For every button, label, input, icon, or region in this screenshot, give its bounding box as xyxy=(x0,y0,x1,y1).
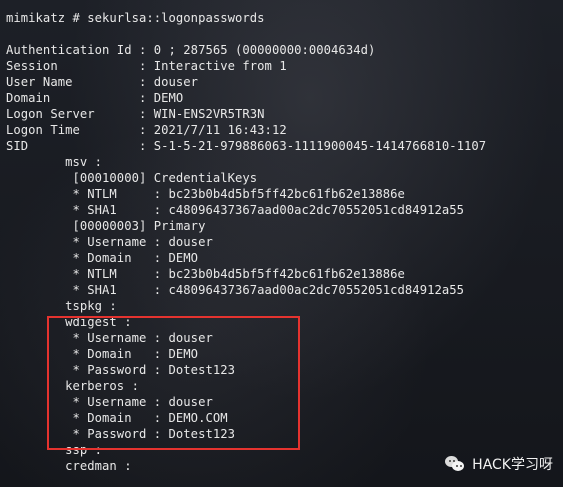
credentials-highlight-box xyxy=(47,316,300,450)
terminal-line-tspkg: tspkg : xyxy=(6,299,117,313)
terminal-line-logon-time: Logon Time : 2021/7/11 16:43:12 xyxy=(6,123,287,137)
terminal-line-command: mimikatz # sekurlsa::logonpasswords xyxy=(6,11,265,25)
terminal-line-domain-primary: * Domain : DEMO xyxy=(6,251,199,265)
terminal-line-sid: SID : S-1-5-21-979886063-1111900045-1414… xyxy=(6,139,487,153)
terminal-line-sha1-2: * SHA1 : c48096437367aad00ac2dc70552051c… xyxy=(6,283,465,297)
terminal-line-auth-id: Authentication Id : 0 ; 287565 (00000000… xyxy=(6,43,376,57)
terminal-line-credential-keys: [00010000] CredentialKeys xyxy=(6,171,258,185)
terminal-line-ntlm-1: * NTLM : bc23b0b4d5bf5ff42bc61fb62e13886… xyxy=(6,187,405,201)
terminal-line-user-name: User Name : douser xyxy=(6,75,199,89)
terminal-window[interactable]: mimikatz # sekurlsa::logonpasswords Auth… xyxy=(0,0,563,487)
source-watermark: HACK学习呀 xyxy=(444,453,553,475)
terminal-line-sha1-1: * SHA1 : c48096437367aad00ac2dc70552051c… xyxy=(6,203,465,217)
terminal-line-msv: msv : xyxy=(6,155,103,169)
terminal-line-ntlm-2: * NTLM : bc23b0b4d5bf5ff42bc61fb62e13886… xyxy=(6,267,405,281)
terminal-line-session: Session : Interactive from 1 xyxy=(6,59,287,73)
terminal-line-domain: Domain : DEMO xyxy=(6,91,184,105)
terminal-line-primary: [00000003] Primary xyxy=(6,219,206,233)
terminal-line-username-primary: * Username : douser xyxy=(6,235,213,249)
terminal-line-logon-server: Logon Server : WIN-ENS2VR5TR3N xyxy=(6,107,265,121)
watermark-label: HACK学习呀 xyxy=(472,457,553,473)
wechat-icon xyxy=(444,453,466,475)
terminal-line-credman: credman : xyxy=(6,459,132,473)
